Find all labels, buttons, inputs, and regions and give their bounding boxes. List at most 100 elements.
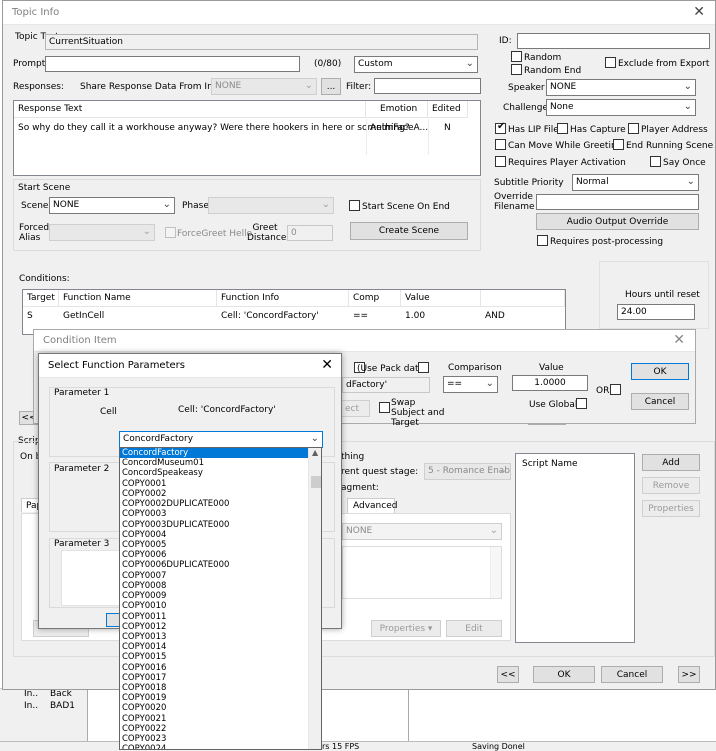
cell-option[interactable]: COPY0019 xyxy=(120,693,308,703)
cell-option[interactable]: COPY0004 xyxy=(120,530,308,540)
column-header[interactable]: Edited xyxy=(428,101,468,118)
column-header[interactable]: Value xyxy=(401,290,481,307)
script-list[interactable]: Script Name xyxy=(515,453,635,643)
condition-ok-button[interactable]: OK xyxy=(631,363,689,380)
cell-option[interactable]: ConcordFactory xyxy=(120,448,308,459)
scrollbar-thumb[interactable] xyxy=(311,476,321,488)
cell-option[interactable]: COPY0003 xyxy=(120,509,308,519)
cancel-button[interactable]: Cancel xyxy=(601,666,663,683)
responses-table[interactable]: Response Text Emotion Edited So why do t… xyxy=(13,100,481,176)
cell-option[interactable]: COPY0024 xyxy=(120,744,308,749)
cell-option[interactable]: COPY0006DUPLICATE000 xyxy=(120,560,308,570)
scene-dropdown[interactable]: NONE ⌄ xyxy=(49,197,175,214)
cell-option[interactable]: COPY0015 xyxy=(120,652,308,662)
override-filename-input[interactable] xyxy=(536,194,699,210)
cell-option[interactable]: COPY0002DUPLICATE000 xyxy=(120,499,308,509)
cell-option[interactable]: COPY0014 xyxy=(120,642,308,652)
cell-option[interactable]: COPY0023 xyxy=(120,734,308,744)
fragment-scrollbar[interactable] xyxy=(490,547,501,598)
chevron-down-icon: ⌄ xyxy=(485,378,494,389)
cell-option[interactable]: ConcordMuseum01 xyxy=(120,458,308,468)
close-icon[interactable]: ✕ xyxy=(673,332,685,348)
requires-activation-checkbox[interactable] xyxy=(495,156,506,167)
hours-until-reset-input[interactable]: 24.00 xyxy=(617,304,695,320)
cell-option[interactable]: COPY0003DUPLICATE000 xyxy=(120,520,308,530)
value-cell: 1.00 xyxy=(405,311,426,321)
comparison-dropdown[interactable]: == ⌄ xyxy=(443,376,498,393)
fragment-text-area[interactable] xyxy=(342,546,502,599)
cell-option[interactable]: COPY0017 xyxy=(120,673,308,683)
table-row[interactable]: S GetInCell Cell: 'ConcordFactory' == 1.… xyxy=(23,309,565,323)
column-header[interactable]: Comp xyxy=(349,290,401,307)
cell-dropdown[interactable]: ConcordFactory ⌄ xyxy=(119,431,323,448)
use-global-checkbox[interactable] xyxy=(576,398,587,409)
cell-option[interactable]: COPY0011 xyxy=(120,612,308,622)
edited-cell: N xyxy=(444,123,451,133)
player-address-checkbox[interactable] xyxy=(628,123,639,134)
column-header[interactable]: Function Info xyxy=(217,290,349,307)
exclude-export-checkbox[interactable] xyxy=(605,57,616,68)
create-scene-button[interactable]: Create Scene xyxy=(350,222,468,240)
has-lip-label: Has LIP File xyxy=(508,125,559,135)
say-once-checkbox[interactable] xyxy=(650,156,661,167)
cell-option[interactable]: COPY0016 xyxy=(120,663,308,673)
cell-option[interactable]: COPY0005 xyxy=(120,540,308,550)
cell-option[interactable]: COPY0008 xyxy=(120,581,308,591)
prompt-label: Prompt: xyxy=(13,59,49,69)
column-header[interactable]: Function Name xyxy=(59,290,217,307)
share-browse-button[interactable]: ... xyxy=(321,78,341,95)
ok-button[interactable]: OK xyxy=(533,666,595,683)
condition-cancel-button[interactable]: Cancel xyxy=(631,393,689,410)
can-move-checkbox[interactable] xyxy=(495,139,506,150)
cell-option[interactable]: COPY0020 xyxy=(120,703,308,713)
or-checkbox[interactable] xyxy=(610,384,621,395)
end-running-checkbox[interactable] xyxy=(613,139,624,150)
cell-option[interactable]: COPY0021 xyxy=(120,714,308,724)
speaker-dropdown[interactable]: NONE ⌄ xyxy=(546,79,696,96)
cell-option[interactable]: ConcordSpeakeasy xyxy=(120,468,308,478)
challenge-dropdown[interactable]: None ⌄ xyxy=(546,99,696,116)
cell-option[interactable]: COPY0012 xyxy=(120,622,308,632)
prompt-input[interactable] xyxy=(45,56,300,72)
cell-option[interactable]: COPY0010 xyxy=(120,601,308,611)
cell-dropdown-list[interactable]: ConcordFactory ConcordMuseum01 ConcordSpea… xyxy=(119,447,322,750)
table-row[interactable]: So why do they call it a workhouse anywa… xyxy=(14,119,480,155)
has-capture-checkbox[interactable] xyxy=(557,123,568,134)
audio-override-button[interactable]: Audio Output Override xyxy=(536,213,699,230)
add-script-button[interactable]: Add xyxy=(642,454,700,471)
subtitle-priority-label: Subtitle Priority xyxy=(494,178,564,188)
subtitle-priority-dropdown[interactable]: Normal ⌄ xyxy=(572,174,699,191)
forced-alias-dropdown: ⌄ xyxy=(49,224,155,241)
requires-post-checkbox[interactable] xyxy=(537,235,548,246)
list-scrollbar[interactable]: ▲ xyxy=(308,448,321,749)
cell-option[interactable]: COPY0022 xyxy=(120,724,308,734)
swap-subject-checkbox[interactable] xyxy=(379,402,390,413)
id-field[interactable] xyxy=(517,33,710,49)
cell-option[interactable]: COPY0013 xyxy=(120,632,308,642)
filter-input[interactable] xyxy=(374,78,481,94)
column-header[interactable]: Target xyxy=(23,290,59,307)
next-button[interactable]: >> xyxy=(678,666,700,683)
value-input[interactable]: 1.0000 xyxy=(512,375,588,391)
cell-option[interactable]: COPY0006 xyxy=(120,550,308,560)
column-header[interactable]: Emotion xyxy=(366,101,428,118)
cell-option[interactable]: COPY0009 xyxy=(120,591,308,601)
cell-option[interactable]: COPY0007 xyxy=(120,571,308,581)
cell-option[interactable]: COPY0018 xyxy=(120,683,308,693)
column-header[interactable]: Response Text xyxy=(14,101,366,118)
column-header[interactable] xyxy=(481,290,565,307)
cell-option[interactable]: COPY0002 xyxy=(120,489,308,499)
random-end-checkbox[interactable] xyxy=(511,64,522,75)
close-icon[interactable]: ✕ xyxy=(693,4,705,20)
topic-info-titlebar: Topic Info xyxy=(3,1,715,25)
prompt-mode-dropdown[interactable]: Custom ⌄ xyxy=(354,56,478,73)
cell-option[interactable]: COPY0001 xyxy=(120,479,308,489)
random-checkbox[interactable] xyxy=(511,51,522,62)
use-pack-checkbox[interactable] xyxy=(418,362,429,373)
tab-advanced[interactable]: Advanced xyxy=(347,498,397,513)
scroll-up-icon[interactable]: ▲ xyxy=(312,448,318,457)
previous-button[interactable]: << xyxy=(497,666,519,683)
has-lip-checkbox[interactable] xyxy=(495,121,506,134)
start-scene-on-end-checkbox[interactable] xyxy=(349,200,360,211)
close-icon[interactable]: ✕ xyxy=(321,357,333,373)
